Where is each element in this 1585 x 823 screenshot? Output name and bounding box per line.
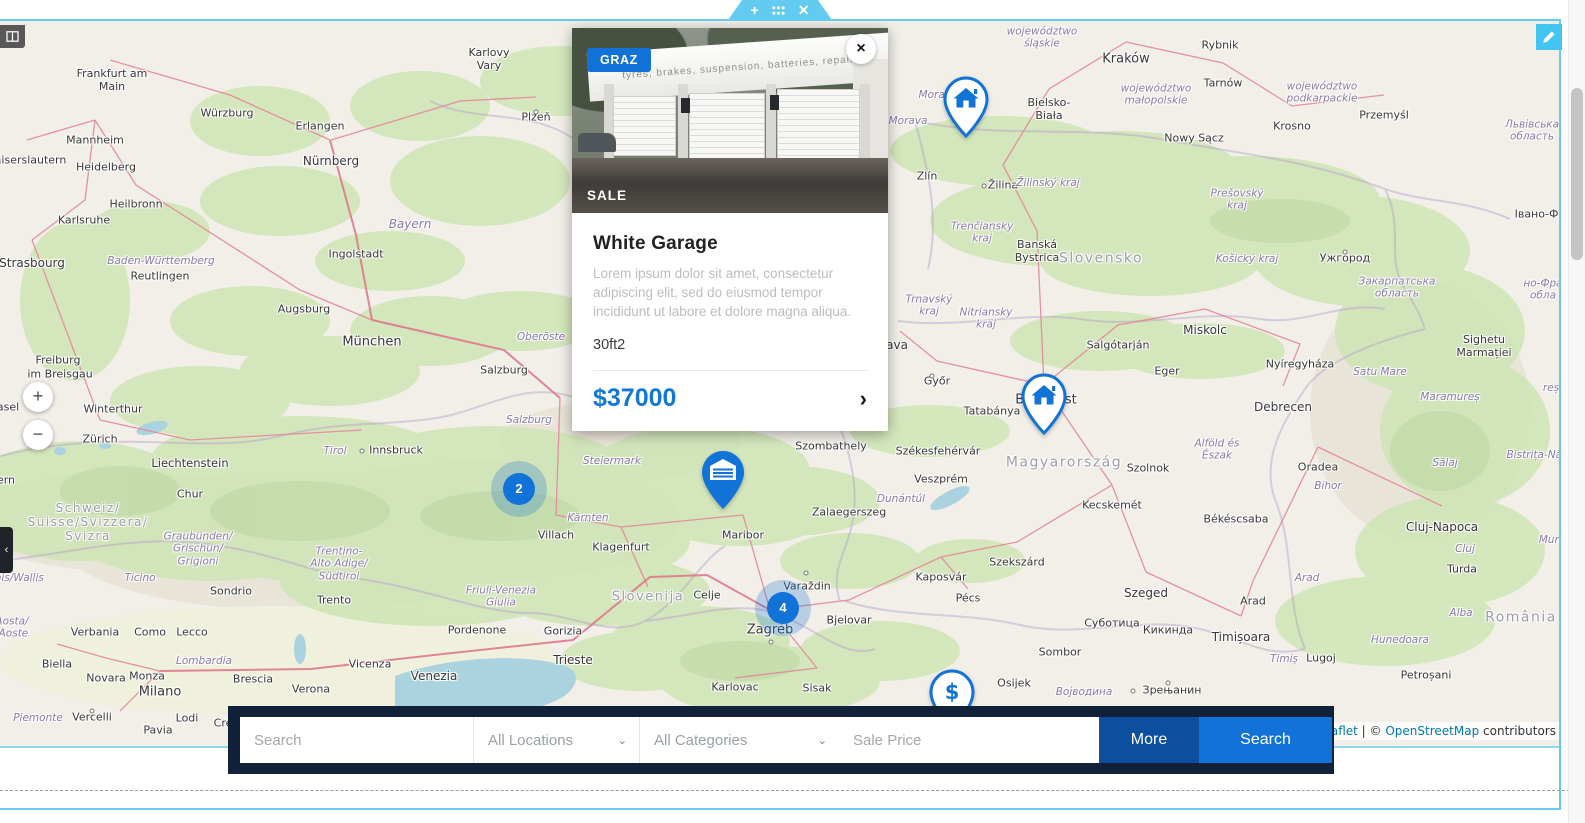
garage-door (689, 93, 765, 161)
map-canvas[interactable]: Frankfurt am MainWürzburgMannheimHeidelb… (0, 21, 1561, 748)
cluster-count: 4 (767, 592, 799, 624)
marker-cluster[interactable]: 4 (755, 580, 811, 636)
popup-price: $37000 (593, 384, 676, 413)
section-divider-dashed (0, 790, 1585, 791)
page-scrollbar[interactable] (1568, 0, 1585, 823)
categories-select-value: All Categories (654, 732, 747, 749)
garage-door (613, 96, 676, 155)
map-attribution: Leaflet | © OpenStreetMap contributors (1312, 722, 1561, 740)
chevron-down-icon: ⌄ (618, 734, 627, 747)
section-border-bottom (0, 808, 1561, 810)
delete-section-button[interactable]: ✕ (798, 3, 810, 17)
location-badge: GRAZ (587, 48, 651, 72)
scrollbar-thumb[interactable] (1571, 88, 1583, 260)
property-search-bar: All Locations ⌄ All Categories ⌄ More Se… (228, 706, 1334, 774)
marker-cluster[interactable]: 2 (491, 461, 547, 517)
house-pin-marker[interactable] (1021, 373, 1067, 440)
popup-description: Lorem ipsum dolor sit amet, consectetur … (593, 264, 867, 321)
add-section-button[interactable]: + (751, 3, 759, 17)
locations-select-value: All Locations (488, 732, 573, 749)
locations-select[interactable]: All Locations ⌄ (473, 717, 639, 763)
garage-pin-marker[interactable] (700, 449, 746, 516)
popup-photo: tyres, brakes, suspension, batteries, re… (572, 28, 888, 213)
search-button[interactable]: Search (1199, 717, 1332, 763)
sale-badge: SALE (587, 188, 627, 203)
property-popup: tyres, brakes, suspension, batteries, re… (572, 28, 888, 431)
section-drag-handle-icon[interactable] (772, 3, 785, 17)
zoom-in-button[interactable]: + (23, 382, 53, 412)
photo-ground (572, 158, 888, 214)
popup-area: 30ft2 (593, 337, 867, 353)
openstreetmap-link[interactable]: OpenStreetMap (1385, 724, 1479, 738)
cluster-count: 2 (503, 473, 535, 505)
attribution-suffix: contributors (1479, 724, 1556, 738)
popup-close-button[interactable]: × (846, 34, 876, 64)
photo-car (578, 133, 616, 152)
sale-price-input[interactable] (839, 717, 1099, 763)
section-border-right (1559, 19, 1561, 810)
svg-text:$: $ (945, 680, 960, 704)
attribution-separator: | © (1358, 724, 1386, 738)
photo-sign-text: tyres, brakes, suspension, batteries, re… (622, 53, 861, 81)
columns-icon (6, 31, 19, 42)
edit-widget-button[interactable] (1536, 24, 1562, 50)
column-settings-button[interactable] (0, 25, 25, 48)
more-button[interactable]: More (1099, 717, 1199, 763)
section-handle[interactable]: + ✕ (728, 0, 832, 20)
zoom-out-button[interactable]: − (23, 420, 53, 450)
house-pin-marker[interactable] (943, 76, 989, 143)
popup-body: White Garage Lorem ipsum dolor sit amet,… (572, 213, 888, 431)
popup-divider (593, 370, 867, 371)
categories-select[interactable]: All Categories ⌄ (639, 717, 839, 763)
chevron-down-icon: ⌄ (818, 734, 827, 747)
pencil-icon (1542, 30, 1556, 44)
search-input[interactable] (240, 717, 473, 763)
popup-detail-chevron-icon[interactable]: › (860, 388, 867, 410)
popup-title: White Garage (593, 233, 867, 255)
panel-toggle-button[interactable]: ‹ (0, 527, 13, 573)
garage-door (777, 89, 859, 167)
